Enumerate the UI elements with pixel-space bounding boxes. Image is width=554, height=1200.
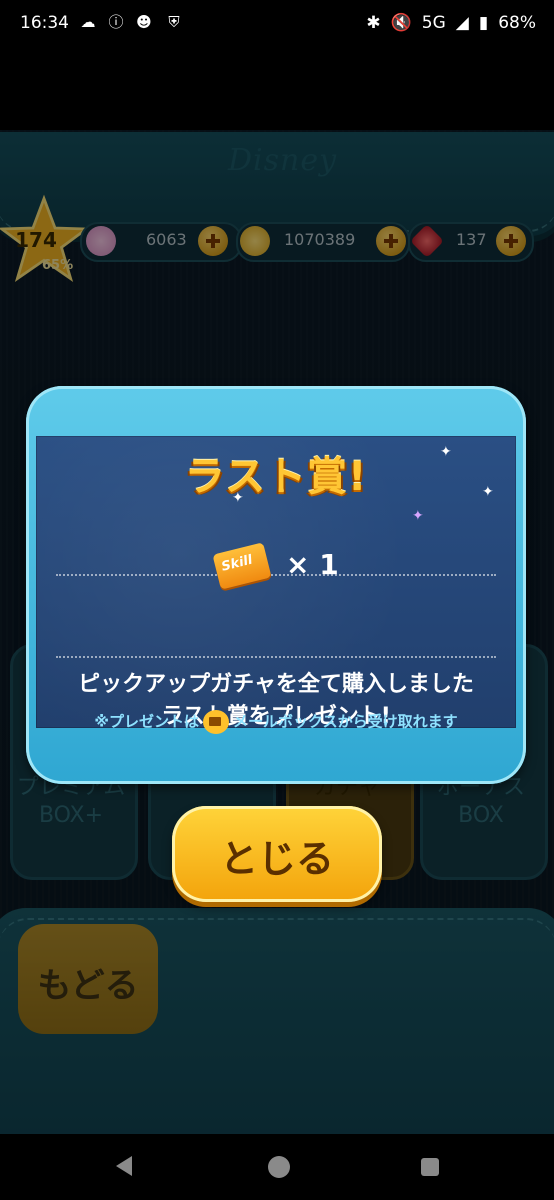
- item-quantity: × 1: [286, 548, 339, 581]
- battery-icon: ▮: [478, 13, 489, 33]
- sparkle-icon: ✦: [412, 508, 424, 524]
- note-suffix: メールボックスから受け取れます: [233, 712, 458, 731]
- clock: 16:34: [20, 13, 69, 33]
- app-icon: ☻: [136, 13, 152, 31]
- close-button-label: とじる: [219, 837, 334, 881]
- divider: [56, 656, 496, 658]
- info-icon: ⓘ: [108, 13, 124, 31]
- note-prefix: ※プレゼントは: [94, 712, 200, 731]
- network-label: 5G: [421, 13, 446, 33]
- nav-home-icon[interactable]: [268, 1156, 290, 1178]
- skill-ticket-label: Skill: [219, 552, 255, 575]
- divider: [56, 574, 496, 576]
- game-screen: Disney 174 65% 6063 1070389 137 プレミアム BO…: [0, 48, 554, 1134]
- shield-icon: ⛨: [168, 13, 180, 31]
- message-line-1: ピックアップガチャを全て購入しました: [78, 672, 474, 697]
- status-bar: 16:34 ☁ ⓘ ☻ ⛨ ✱ 🔇 5G ◢ ▮ 68%: [0, 0, 554, 48]
- cloud-icon: ☁: [80, 13, 96, 31]
- close-button[interactable]: とじる: [172, 806, 382, 902]
- bluetooth-icon: ✱: [366, 13, 381, 33]
- system-nav-bar: [0, 1134, 554, 1200]
- battery-level: 68%: [498, 13, 536, 33]
- mail-icon: [203, 710, 230, 734]
- nav-back-icon[interactable]: [116, 1156, 132, 1176]
- mute-icon: 🔇: [390, 13, 412, 33]
- mailbox-note: ※プレゼントは メールボックスから受け取れます: [36, 710, 516, 734]
- nav-recents-icon[interactable]: [421, 1158, 439, 1176]
- dialog-title: ラスト賞!: [184, 454, 368, 500]
- last-prize-dialog: ✦ ✦ ✦ ✦ ラスト賞! Skill × 1 ピックアップガチャを全て購入しま…: [26, 386, 526, 784]
- signal-icon: ◢: [455, 13, 469, 33]
